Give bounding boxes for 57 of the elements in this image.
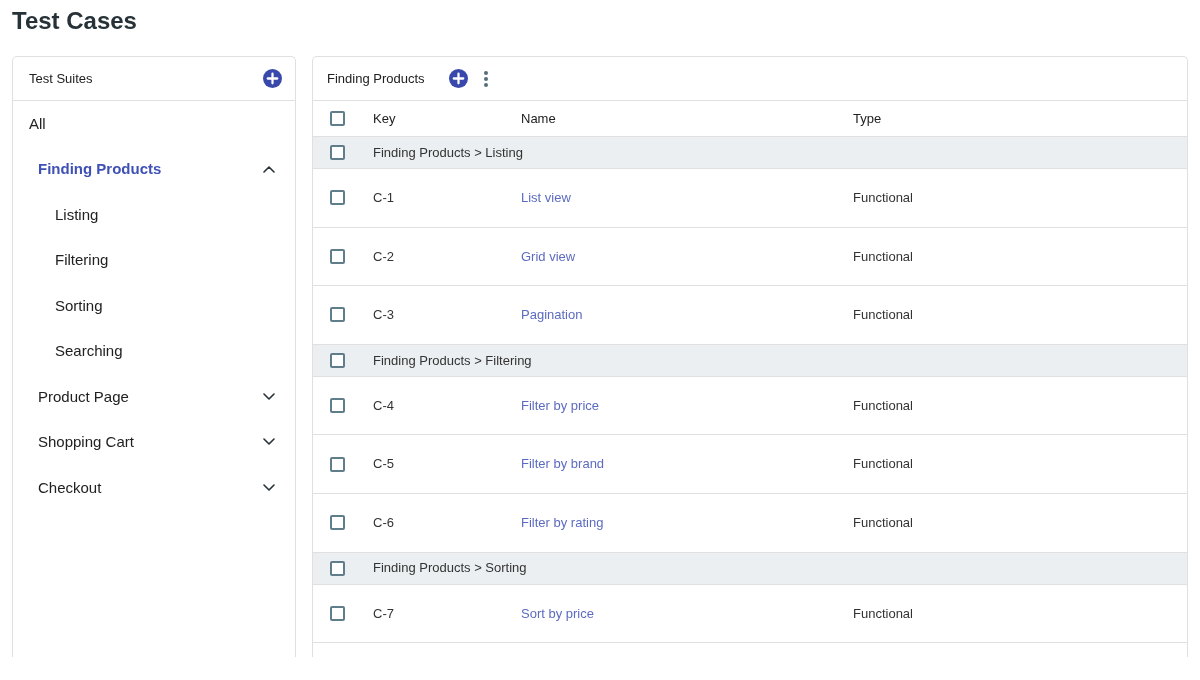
- sidebar-item[interactable]: All: [13, 101, 295, 147]
- test-case-link[interactable]: Sort by price: [521, 603, 594, 624]
- column-header: Key: [373, 109, 396, 128]
- add-icon[interactable]: [263, 69, 282, 88]
- checkbox[interactable]: [330, 145, 345, 160]
- chevron-down-icon[interactable]: [263, 483, 275, 492]
- table-cell-text: C-3: [373, 306, 394, 325]
- sidebar-item[interactable]: Product Page: [38, 385, 129, 408]
- panel-title: Test Suites: [29, 69, 93, 88]
- table-cell-text: Functional: [853, 514, 913, 532]
- checkbox[interactable]: [330, 307, 345, 323]
- sidebar-subitem[interactable]: Searching: [55, 340, 123, 363]
- checkbox[interactable]: [330, 515, 345, 531]
- checkbox[interactable]: [330, 111, 345, 126]
- test-case-link[interactable]: Filter by price: [521, 395, 600, 416]
- table-cell-text: C-4: [373, 396, 394, 415]
- sidebar-subitem[interactable]: Filtering: [55, 249, 109, 272]
- sidebar-item[interactable]: Checkout: [38, 476, 102, 499]
- checkbox[interactable]: [330, 398, 345, 414]
- table-cell-text: Functional: [853, 189, 913, 208]
- table-cell-text: C-2: [373, 247, 394, 266]
- test-case-link[interactable]: Filter by brand: [521, 454, 605, 474]
- table-cell-text: Functional: [853, 306, 913, 325]
- chevron-down-icon[interactable]: [263, 438, 275, 447]
- checkbox[interactable]: [330, 248, 345, 264]
- sidebar-subitem[interactable]: Sorting: [55, 294, 103, 317]
- group-title: Finding Products > Sorting: [373, 559, 527, 578]
- page-title: Test Cases: [12, 6, 138, 36]
- test-case-link[interactable]: List view: [521, 188, 571, 208]
- chevron-down-icon[interactable]: [263, 392, 275, 401]
- sidebar-item[interactable]: Shopping Cart: [38, 431, 134, 454]
- group-title: Finding Products > Filtering: [373, 351, 532, 370]
- table-cell-text: Functional: [853, 455, 913, 474]
- sidebar-item[interactable]: Finding Products: [38, 158, 162, 181]
- column-header: Name: [521, 109, 556, 128]
- checkbox[interactable]: [330, 352, 345, 368]
- test-case-link[interactable]: Grid view: [521, 246, 576, 267]
- sidebar-subitem[interactable]: Listing: [55, 203, 99, 226]
- test-case-link[interactable]: Filter by rating: [521, 513, 604, 533]
- checkbox[interactable]: [330, 560, 345, 576]
- table-cell-text: C-5: [373, 455, 394, 474]
- group-title: Finding Products > Listing: [373, 143, 523, 162]
- table-cell-text: C-1: [373, 189, 394, 208]
- more-options-icon[interactable]: [483, 70, 488, 87]
- table-cell-text: Functional: [853, 396, 913, 415]
- panel-title: Finding Products: [327, 69, 425, 88]
- table-cell-text: Functional: [853, 604, 913, 623]
- chevron-up-icon[interactable]: [263, 165, 275, 174]
- column-header: Type: [853, 109, 882, 128]
- checkbox[interactable]: [330, 456, 345, 472]
- table-cell-text: Functional: [853, 247, 913, 266]
- table-cell-text: C-7: [373, 604, 394, 623]
- checkbox[interactable]: [330, 605, 345, 621]
- checkbox[interactable]: [330, 190, 345, 206]
- test-case-link[interactable]: Pagination: [521, 305, 583, 325]
- table-cell-text: C-6: [373, 514, 394, 532]
- add-icon[interactable]: [448, 69, 468, 88]
